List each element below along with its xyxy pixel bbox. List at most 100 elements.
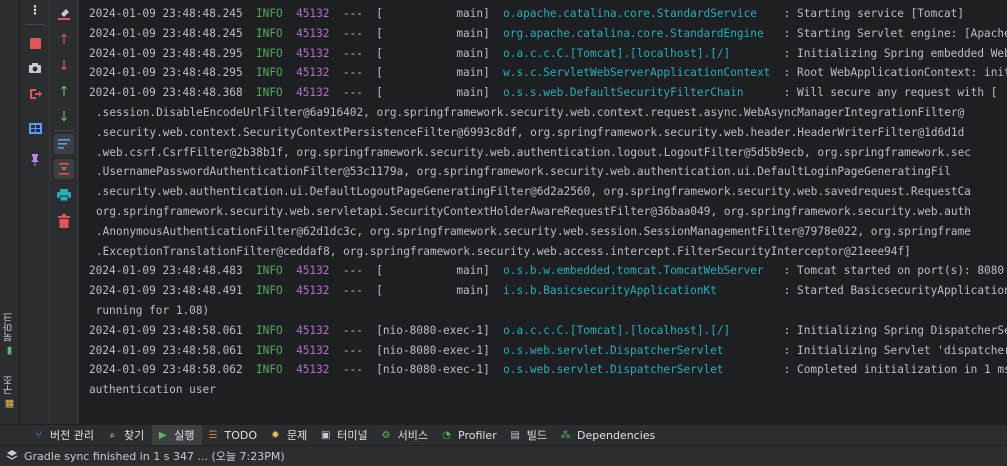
tab-label: Dependencies bbox=[576, 428, 656, 442]
tab-build[interactable]: ▤ 빌드 bbox=[505, 425, 555, 446]
log-level: INFO bbox=[255, 363, 283, 377]
structure-icon: ▦ bbox=[4, 398, 15, 410]
tab-services[interactable]: ⚙ 서비스 bbox=[376, 425, 436, 446]
layout-icon bbox=[28, 122, 42, 134]
tool-window-tabs: ⑂ 버전 관리 ⌕ 찾기 ▶ 실행 ☰ TODO ✹ 문제 ▣ 터미널 ⚙ 서비스 ◔ Profiler ▤ 빌드… bbox=[0, 424, 1007, 446]
log-pid: 45132 bbox=[296, 7, 330, 20]
separator bbox=[54, 130, 74, 131]
log-level: INFO bbox=[255, 264, 283, 278]
log-timestamp: 2024-01-09 23:48:48.491 bbox=[89, 284, 243, 298]
status-message[interactable]: Gradle sync finished in 1 s 347 ... (오늘 … bbox=[24, 448, 285, 464]
console-line: 2024-01-09 23:48:48.491 INFO 45132 --- [… bbox=[79, 281, 1007, 301]
log-message: : Initializing Spring embedded WebApplic… bbox=[783, 46, 1007, 60]
log-message: : Completed initialization in 1 ms bbox=[783, 363, 1007, 377]
console-line: 2024-01-09 23:48:58.062 INFO 45132 --- [… bbox=[79, 360, 1007, 380]
tab-run[interactable]: ▶ 실행 bbox=[152, 424, 203, 446]
print-button[interactable] bbox=[56, 187, 72, 203]
tab-label: 실행 bbox=[174, 429, 195, 442]
log-timestamp: 2024-01-09 23:48:48.295 bbox=[89, 66, 243, 80]
pin-button[interactable] bbox=[27, 152, 43, 168]
console-output[interactable]: 2024-01-09 23:48:48.245 INFO 45132 --- [… bbox=[79, 0, 1007, 424]
camera-icon bbox=[29, 63, 41, 73]
more-options-button[interactable]: ⋮ bbox=[27, 2, 43, 18]
clear-button[interactable] bbox=[56, 6, 72, 22]
arrow-up-green-icon: ↑ bbox=[58, 84, 70, 100]
tab-profiler[interactable]: ◔ Profiler bbox=[436, 425, 505, 446]
bookmarks-tab[interactable]: ▮ 북마크 bbox=[2, 312, 17, 356]
exit-icon bbox=[30, 89, 42, 99]
log-message: : Starting Servlet engine: [Apache Tomca… bbox=[783, 26, 1007, 40]
scroll-to-end-button[interactable] bbox=[54, 159, 74, 179]
log-separator: --- bbox=[342, 26, 363, 40]
structure-tab[interactable]: ▦ 구조 bbox=[2, 375, 17, 409]
log-logger: o.a.c.c.C.[Tomcat].[localhost].[/] bbox=[503, 323, 771, 337]
run-toolbar-secondary: ↑ ↓ ↑ ↓ bbox=[50, 0, 78, 424]
log-thread: [ main] bbox=[376, 7, 490, 20]
log-separator: --- bbox=[342, 343, 363, 357]
rerun-up-button[interactable]: ↑ bbox=[56, 84, 72, 100]
log-thread: [ main] bbox=[376, 26, 490, 40]
log-separator: --- bbox=[342, 323, 363, 337]
log-level: INFO bbox=[255, 7, 283, 20]
stop-icon bbox=[29, 37, 41, 49]
arrow-up-icon: ↑ bbox=[58, 32, 70, 48]
tab-vcs[interactable]: ⑂ 버전 관리 bbox=[28, 425, 102, 446]
separator bbox=[25, 24, 45, 25]
tab-todo[interactable]: ☰ TODO bbox=[202, 425, 265, 446]
left-tool-strip: ▮ 북마크 ▦ 구조 bbox=[0, 0, 20, 445]
console-line: .AnonymousAuthenticationFilter@62d1dc3c,… bbox=[79, 222, 1007, 242]
log-level: INFO bbox=[255, 26, 283, 40]
log-continuation: running for 1.08) bbox=[89, 303, 210, 317]
log-pid: 45132 bbox=[296, 66, 330, 80]
console-line: 2024-01-09 23:48:48.483 INFO 45132 --- [… bbox=[79, 261, 1007, 281]
log-thread: [ main] bbox=[376, 86, 490, 100]
soft-wrap-button[interactable] bbox=[54, 134, 74, 154]
log-pid: 45132 bbox=[296, 26, 330, 40]
log-message: : Starting service [Tomcat] bbox=[783, 7, 965, 20]
layers-icon[interactable] bbox=[0, 449, 24, 464]
log-separator: --- bbox=[342, 264, 363, 278]
log-level: INFO bbox=[255, 343, 283, 357]
delete-button[interactable] bbox=[56, 213, 72, 229]
log-message: : Initializing Servlet 'dispatcherServle… bbox=[783, 343, 1007, 357]
console-line: 2024-01-09 23:48:48.295 INFO 45132 --- [… bbox=[79, 63, 1007, 83]
trash-icon bbox=[58, 214, 70, 228]
arrow-down-green-icon: ↓ bbox=[58, 109, 70, 125]
bookmarks-label: 북마크 bbox=[4, 312, 15, 342]
tab-label: TODO bbox=[224, 428, 257, 442]
tab-label: 찾기 bbox=[123, 429, 145, 442]
layout-button[interactable] bbox=[27, 120, 43, 136]
log-pid: 45132 bbox=[296, 46, 330, 60]
log-message: : Initializing Spring DispatcherServlet bbox=[783, 323, 1007, 337]
terminal-icon: ▣ bbox=[321, 429, 331, 441]
log-thread: [nio-8080-exec-1] bbox=[376, 363, 490, 377]
log-thread: [ main] bbox=[376, 66, 490, 80]
console-line: 2024-01-09 23:48:48.245 INFO 45132 --- [… bbox=[79, 4, 1007, 24]
tab-terminal[interactable]: ▣ 터미널 bbox=[315, 425, 375, 446]
stop-button[interactable] bbox=[27, 35, 43, 51]
log-continuation: .UsernamePasswordAuthenticationFilter@53… bbox=[96, 165, 951, 179]
tab-problems[interactable]: ✹ 문제 bbox=[265, 425, 315, 446]
console-line: .security.web.context.SecurityContextPer… bbox=[79, 123, 1007, 143]
scroll-down-button[interactable]: ↓ bbox=[56, 58, 72, 74]
log-message: : Root WebApplicationContext: initializa… bbox=[783, 66, 1007, 80]
profiler-icon: ◔ bbox=[442, 429, 451, 441]
exit-button[interactable] bbox=[27, 86, 43, 102]
tab-dependencies[interactable]: ⁂ Dependencies bbox=[555, 425, 663, 446]
log-pid: 45132 bbox=[296, 284, 330, 298]
log-level: INFO bbox=[255, 46, 283, 60]
arrow-down-icon: ↓ bbox=[58, 58, 70, 74]
log-separator: --- bbox=[342, 66, 363, 80]
pin-icon bbox=[31, 154, 39, 166]
log-timestamp: 2024-01-09 23:48:58.061 bbox=[89, 343, 243, 357]
log-timestamp: 2024-01-09 23:48:48.368 bbox=[89, 86, 243, 100]
tab-label: 터미널 bbox=[337, 429, 368, 442]
scroll-up-button[interactable]: ↑ bbox=[56, 32, 72, 48]
console-line: .UsernamePasswordAuthenticationFilter@53… bbox=[79, 162, 1007, 182]
structure-label: 구조 bbox=[4, 375, 15, 395]
tab-find[interactable]: ⌕ 찾기 bbox=[102, 425, 152, 446]
screenshot-button[interactable] bbox=[27, 60, 43, 76]
console-line: authentication user bbox=[79, 380, 1007, 400]
rerun-down-button[interactable]: ↓ bbox=[56, 109, 72, 125]
todo-icon: ☰ bbox=[208, 429, 218, 441]
